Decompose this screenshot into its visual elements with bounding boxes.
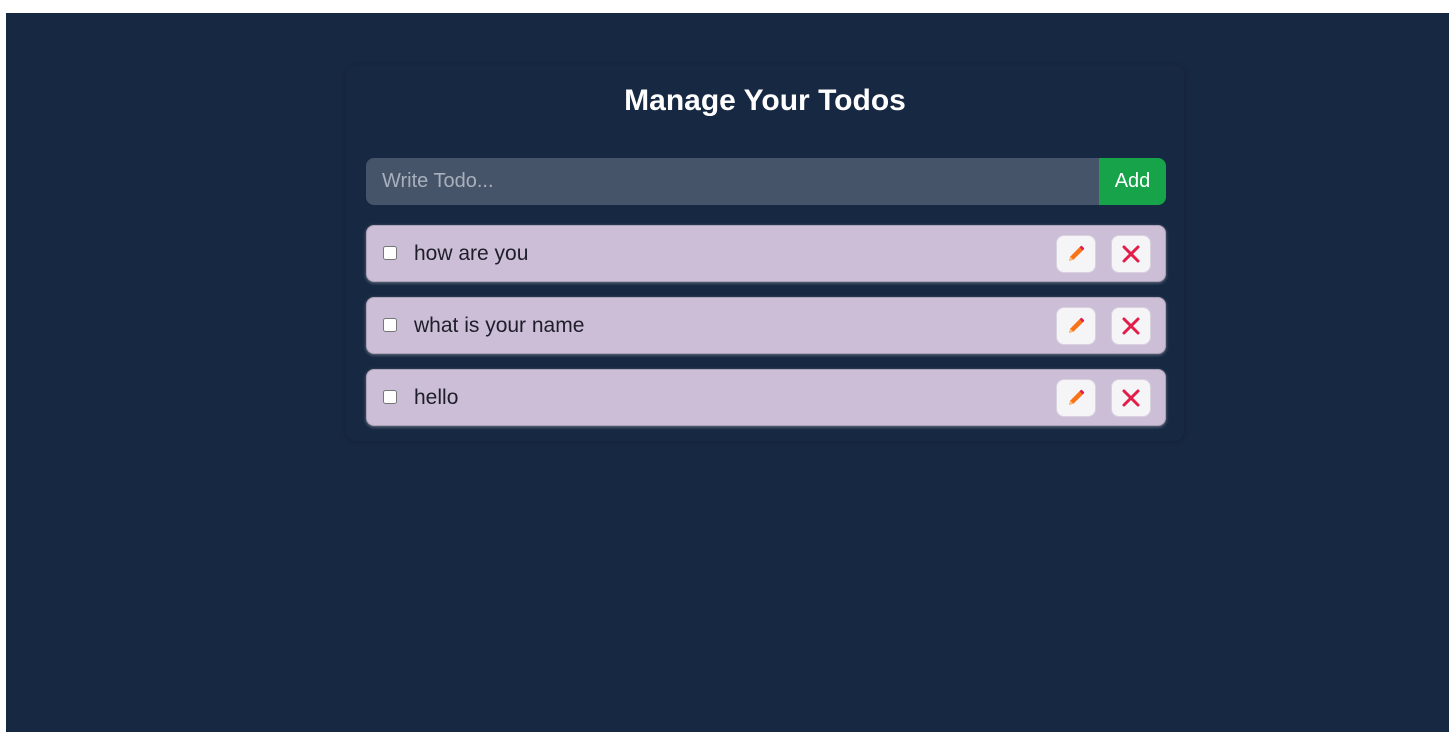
page-title: Manage Your Todos	[624, 84, 906, 117]
close-icon	[1122, 389, 1140, 406]
todo-input[interactable]	[366, 158, 1099, 205]
todo-text: how are you	[414, 241, 529, 265]
todo-item: hello	[366, 369, 1166, 426]
edit-button[interactable]	[1056, 234, 1096, 273]
todo-form: Add	[366, 158, 1166, 205]
todo-checkbox[interactable]	[383, 317, 397, 332]
todo-item: how are you	[366, 225, 1166, 282]
todo-checkbox[interactable]	[383, 245, 397, 260]
edit-button[interactable]	[1056, 378, 1096, 417]
todo-checkbox[interactable]	[383, 389, 397, 404]
pencil-icon	[1069, 245, 1085, 261]
edit-button[interactable]	[1056, 306, 1096, 345]
pencil-icon	[1069, 389, 1085, 405]
delete-button[interactable]	[1111, 378, 1151, 417]
app-background: Manage Your Todos Add how are you	[6, 13, 1449, 732]
todo-text: what is your name	[414, 313, 585, 337]
delete-button[interactable]	[1111, 306, 1151, 345]
todo-item: what is your name	[366, 297, 1166, 354]
add-button[interactable]: Add	[1099, 158, 1166, 205]
pencil-icon	[1069, 317, 1085, 333]
todo-card: Manage Your Todos Add how are you	[346, 65, 1184, 441]
close-icon	[1122, 245, 1140, 262]
todo-text: hello	[414, 385, 459, 409]
delete-button[interactable]	[1111, 234, 1151, 273]
close-icon	[1122, 317, 1140, 334]
